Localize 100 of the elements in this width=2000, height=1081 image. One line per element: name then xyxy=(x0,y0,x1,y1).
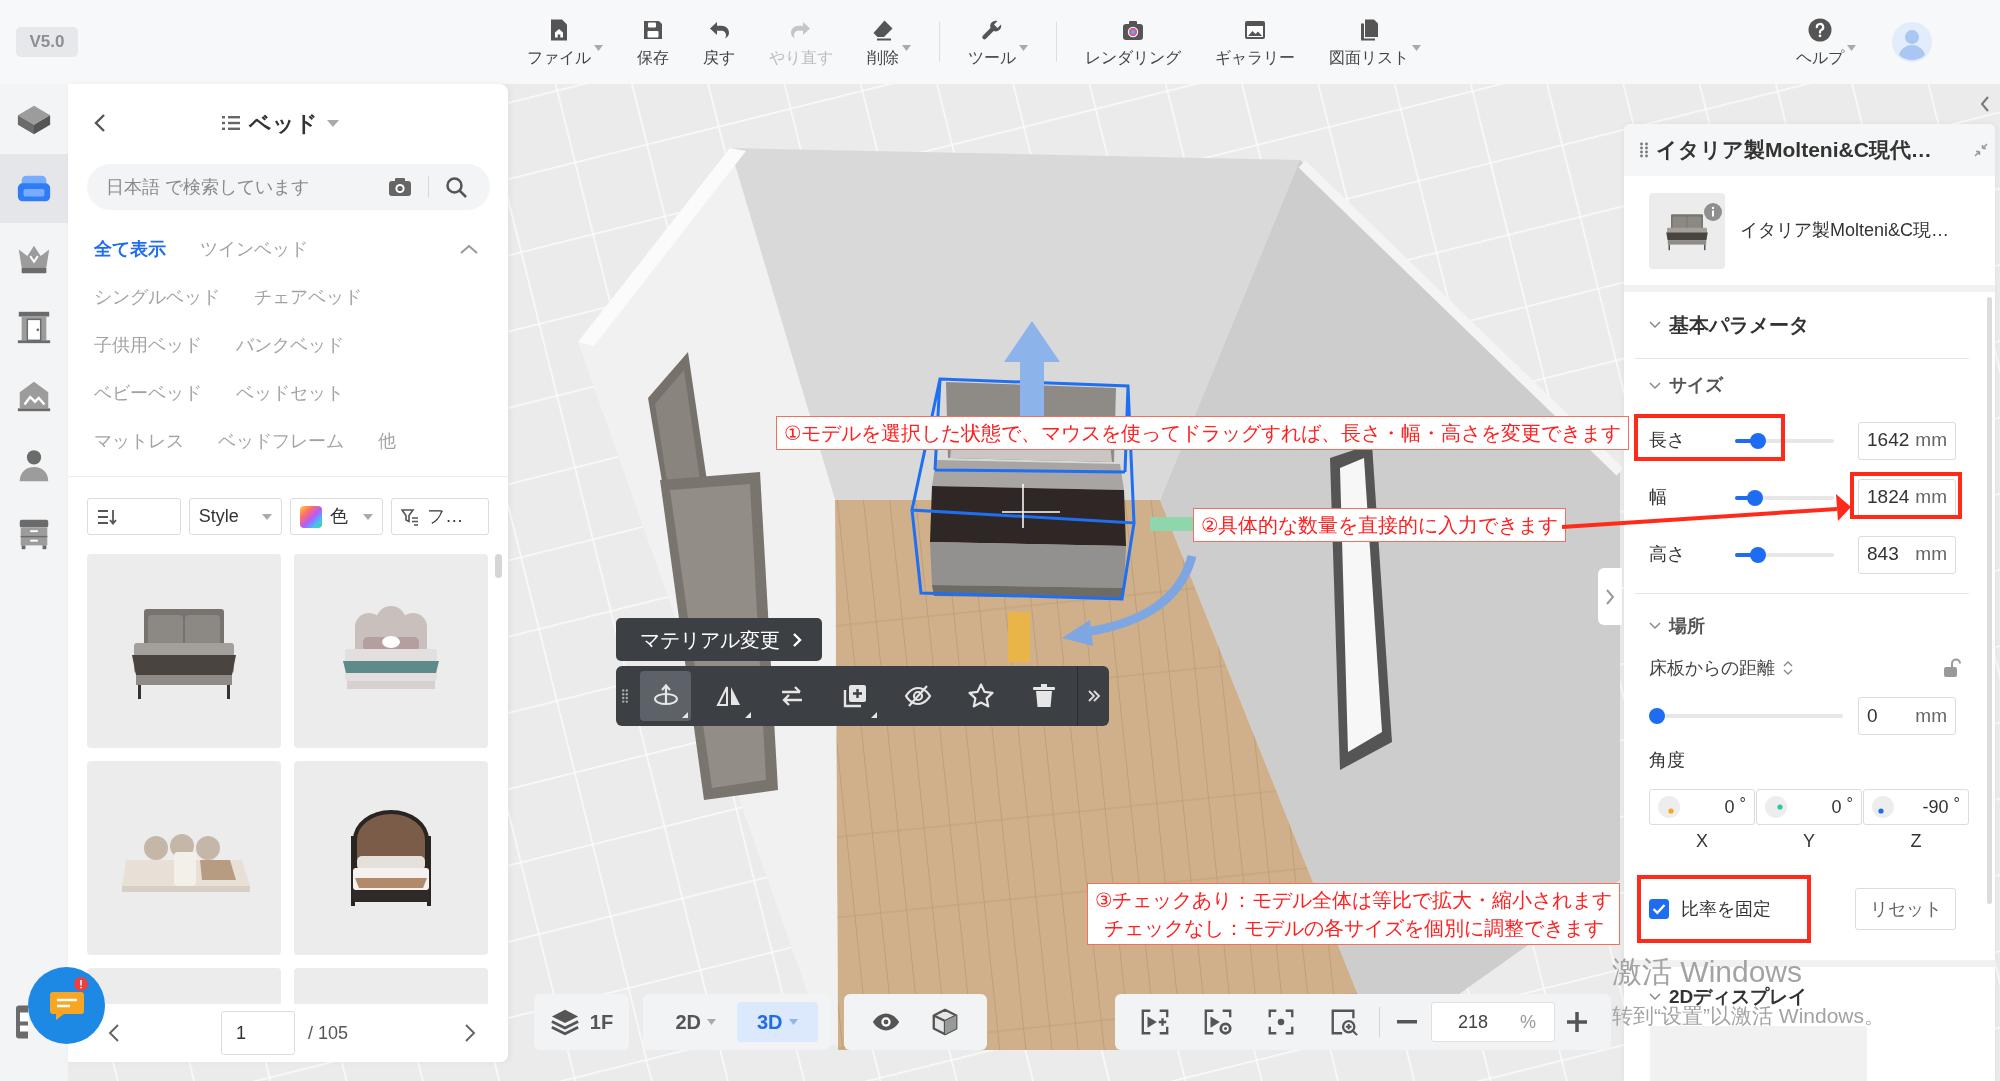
caret-icon xyxy=(363,513,374,520)
checkbox[interactable] xyxy=(1649,899,1669,919)
panel-title: イタリア製Molteni&C現代… xyxy=(1656,137,1932,164)
view-mode-tab[interactable]: 2D xyxy=(655,1002,737,1042)
collapse-handle[interactable] xyxy=(1598,568,1622,625)
zoom-icon xyxy=(1329,1007,1359,1037)
axis-label: X xyxy=(1696,831,1708,851)
page-field[interactable]: 1 xyxy=(221,1011,295,1055)
search-button[interactable] xyxy=(445,176,467,198)
help-button[interactable]: ヘルプ xyxy=(1790,17,1862,67)
category-tab[interactable]: 全て表示 xyxy=(94,237,166,261)
gear-icon xyxy=(1203,1007,1233,1037)
star-icon xyxy=(966,682,995,710)
activation-text: 转到“设置”以激活 Windows。 xyxy=(1612,1006,1885,1026)
slider[interactable] xyxy=(1735,432,1834,449)
axis-label: Z xyxy=(1910,831,1922,851)
product-thumbnail[interactable] xyxy=(294,761,488,955)
toolbar-button[interactable]: ファイル xyxy=(521,17,609,67)
floor-button[interactable]: 1F xyxy=(534,994,629,1050)
zoom-field[interactable]: 218 % xyxy=(1431,1002,1555,1042)
minus-icon xyxy=(1397,1020,1417,1024)
number-field[interactable]: 1642 mm xyxy=(1858,421,1956,460)
sort-arrows-icon[interactable] xyxy=(1783,660,1793,676)
category-title[interactable]: ベッド xyxy=(249,106,318,140)
slider-thumb[interactable] xyxy=(1649,708,1665,724)
unit-label: mm xyxy=(1915,428,1947,453)
slider[interactable] xyxy=(1649,708,1843,724)
chevron-left-icon xyxy=(94,113,106,133)
sidebar-item[interactable] xyxy=(0,154,68,223)
chevron-down-icon[interactable] xyxy=(1649,321,1661,329)
toolbar-button[interactable]: 戻す xyxy=(697,17,741,67)
drag-handle-icon[interactable] xyxy=(1640,142,1648,158)
panel-icon xyxy=(16,1005,28,1039)
number-field[interactable]: 1824 mm xyxy=(1858,478,1956,517)
rotation-arrow[interactable] xyxy=(1062,554,1197,646)
material-button[interactable]: マテリアル変更 xyxy=(616,618,822,661)
product-thumbnail[interactable] xyxy=(87,554,281,748)
double-chevron-icon xyxy=(1087,689,1101,703)
drag-handle-icon[interactable] xyxy=(622,689,628,703)
product-thumbnail[interactable] xyxy=(294,554,488,748)
previous-page-button[interactable] xyxy=(108,1023,120,1043)
chevron-up-icon[interactable] xyxy=(460,244,478,254)
field-label: 高さ xyxy=(1649,543,1686,566)
number-field[interactable]: 843 mm xyxy=(1858,535,1956,574)
axis-handle[interactable] xyxy=(1008,612,1030,662)
scrollbar-thumb[interactable] xyxy=(495,554,502,578)
padlock-icon[interactable] xyxy=(1943,658,1961,678)
product-thumbnail[interactable] xyxy=(87,761,281,955)
collapse-icon[interactable] xyxy=(1974,143,1988,157)
tool-button[interactable] xyxy=(640,671,691,721)
next-page-button[interactable] xyxy=(464,1023,476,1043)
slider-thumb[interactable] xyxy=(1749,432,1766,449)
toolbar-button[interactable]: ツール xyxy=(962,17,1034,67)
back-button[interactable] xyxy=(94,113,106,133)
unit-label: mm xyxy=(1915,485,1947,510)
info-icon[interactable] xyxy=(1704,202,1722,221)
filter-dropdown[interactable]: フ… xyxy=(391,498,489,535)
chevron-down-icon[interactable] xyxy=(1649,992,1661,1001)
slider-thumb[interactable] xyxy=(1749,546,1766,563)
caret-icon xyxy=(788,1019,798,1025)
number-field[interactable]: 0 mm xyxy=(1858,697,1956,735)
scrollbar[interactable] xyxy=(1987,297,1992,904)
chevron-down-icon[interactable] xyxy=(1649,622,1661,630)
toolbar-button[interactable]: ギャラリー xyxy=(1209,17,1301,67)
toolbar-button[interactable]: 削除 xyxy=(861,17,917,67)
sort-icon xyxy=(97,507,119,526)
field-label: 幅 xyxy=(1649,486,1668,509)
slider[interactable] xyxy=(1735,489,1834,506)
angle-field[interactable]: 0 ° xyxy=(1756,789,1862,825)
unit-label: mm xyxy=(1915,542,1947,567)
caret-icon xyxy=(261,513,272,520)
chevron-down-icon[interactable] xyxy=(1649,381,1661,390)
filter-icon xyxy=(401,507,420,526)
annotation-note: ②具体的な数量を直接的に入力できます xyxy=(1193,508,1567,542)
section-heading: 2Dディスプレイ xyxy=(1669,987,1808,1006)
search-icon xyxy=(445,176,467,198)
section-heading: 基本パラメータ xyxy=(1669,313,1809,338)
chevron-left-icon[interactable] xyxy=(1980,95,1990,113)
toolbar-button[interactable]: 保存 xyxy=(631,17,675,67)
view-mode-tab[interactable]: 3D xyxy=(736,1002,818,1042)
toolbar-button[interactable]: 図面リスト xyxy=(1323,17,1427,67)
field-label: 長さ xyxy=(1649,429,1686,452)
filter-dropdown[interactable]: Style xyxy=(188,498,282,535)
help-icon xyxy=(1808,17,1832,42)
toolbar-button[interactable]: レンダリング xyxy=(1079,17,1187,67)
reset-button[interactable]: リセット xyxy=(1855,888,1956,930)
slider[interactable] xyxy=(1735,546,1834,563)
search-field[interactable]: 日本語 で検索しています xyxy=(87,164,490,210)
angle-field[interactable]: 0 ° xyxy=(1649,789,1755,825)
product-thumbnail[interactable] xyxy=(87,968,281,1004)
camera-button[interactable] xyxy=(388,177,412,197)
axis-label: Y xyxy=(1803,831,1815,851)
dial-icon xyxy=(1872,796,1894,818)
filter-dropdown[interactable]: 色 xyxy=(289,498,384,535)
filter-dropdown[interactable] xyxy=(87,498,181,535)
axis-handle[interactable] xyxy=(1150,517,1194,531)
unit-label: % xyxy=(1520,1010,1536,1034)
unit-label: ° xyxy=(1953,794,1960,814)
slider-thumb[interactable] xyxy=(1746,489,1763,506)
angle-field[interactable]: -90 ° xyxy=(1863,789,1969,825)
